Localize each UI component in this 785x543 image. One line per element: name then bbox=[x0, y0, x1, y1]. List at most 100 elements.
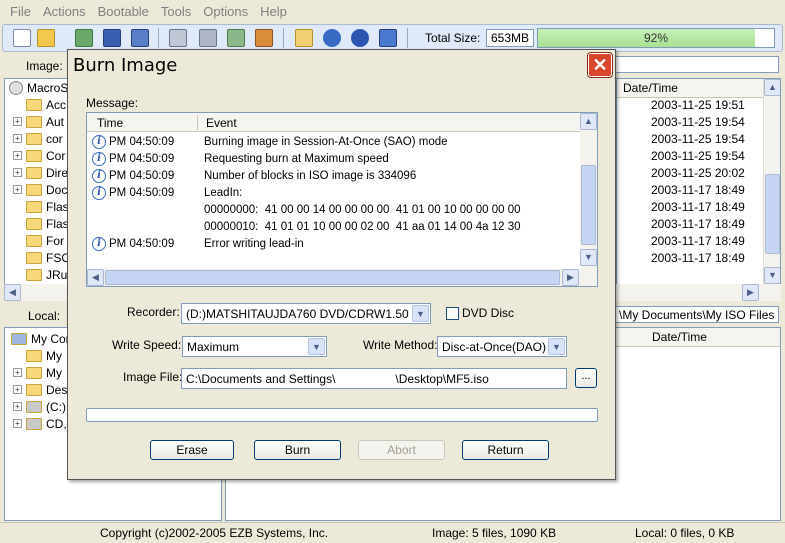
message-event: Number of blocks in ISO image is 334096 bbox=[204, 170, 417, 182]
file-date: 2003-11-17 18:49 bbox=[651, 200, 745, 214]
dvd-disc-checkbox[interactable] bbox=[446, 307, 459, 320]
test-icon[interactable] bbox=[227, 29, 245, 47]
scroll-thumb[interactable] bbox=[581, 165, 596, 245]
new-icon[interactable] bbox=[13, 29, 31, 47]
burn-icon[interactable] bbox=[169, 29, 187, 47]
tree-item-label: JRu bbox=[46, 267, 68, 282]
burn-from-image-icon[interactable] bbox=[199, 29, 217, 47]
menu-tools[interactable]: Tools bbox=[155, 4, 197, 19]
status-image-info: Image: 5 files, 1090 KB bbox=[432, 526, 557, 540]
open-icon[interactable] bbox=[37, 29, 55, 47]
help-icon[interactable] bbox=[351, 29, 369, 47]
folder-icon bbox=[26, 251, 42, 264]
burn-button[interactable]: Burn bbox=[254, 440, 341, 460]
image-file-list[interactable]: Date/Time 2003-11-25 19:51 2003-11-25 19:… bbox=[616, 78, 781, 286]
menu-actions[interactable]: Actions bbox=[37, 4, 92, 19]
exit-icon[interactable] bbox=[379, 29, 397, 47]
info-icon: i bbox=[92, 186, 106, 200]
scroll-left-icon[interactable]: ◀ bbox=[87, 269, 104, 286]
local-tree-item-label: CD, bbox=[46, 416, 67, 431]
message-row[interactable]: i PM 04:50:09 LeadIn: bbox=[87, 185, 580, 202]
extract-icon[interactable] bbox=[75, 29, 93, 47]
message-list[interactable]: Time Event i PM 04:50:09 Burning image in … bbox=[86, 112, 598, 287]
expand-icon[interactable]: + bbox=[13, 402, 22, 411]
message-row[interactable]: i PM 04:50:09 Number of blocks in ISO imag… bbox=[87, 168, 580, 185]
folder-icon bbox=[26, 217, 42, 230]
scroll-down-icon[interactable]: ▼ bbox=[580, 249, 597, 266]
message-row[interactable]: i PM 04:50:09 Requesting burn at Maximum s… bbox=[87, 151, 580, 168]
file-date: 2003-11-17 18:49 bbox=[651, 234, 745, 248]
local-tree-item-label: My bbox=[46, 365, 62, 380]
save-icon[interactable] bbox=[103, 29, 121, 47]
browse-button[interactable]: ... bbox=[575, 368, 597, 388]
menu-options[interactable]: Options bbox=[197, 4, 254, 19]
scroll-down-icon[interactable]: ▼ bbox=[764, 267, 780, 284]
recorder-value: (D:)MATSHITAUJDA760 DVD/CDRW1.50 bbox=[186, 307, 409, 321]
menu-bootable[interactable]: Bootable bbox=[92, 4, 155, 19]
message-row[interactable]: 00000000: 41 00 00 14 00 00 00 00 41 01 … bbox=[87, 202, 580, 219]
column-header-date[interactable]: Date/Time bbox=[617, 79, 780, 98]
chevron-down-icon[interactable]: ▼ bbox=[308, 338, 325, 355]
recorder-select[interactable]: (D:)MATSHITAUJDA760 DVD/CDRW1.50 ▼ bbox=[181, 303, 431, 324]
message-row[interactable]: i PM 04:50:09 Burning image in Session-At-… bbox=[87, 134, 580, 151]
tree-item-label: For bbox=[46, 233, 64, 248]
write-method-select[interactable]: Disc-at-Once(DAO) ▼ bbox=[437, 336, 567, 357]
burn-image-dialog: Burn Image ✕ Message: Time Event i PM 04:… bbox=[67, 49, 616, 480]
expand-icon[interactable]: + bbox=[13, 151, 22, 160]
write-method-label: Write Method: bbox=[363, 338, 438, 352]
image-file-input[interactable]: C:\Documents and Settings\ \Desktop\MF5.… bbox=[181, 368, 567, 389]
return-button[interactable]: Return bbox=[462, 440, 549, 460]
scroll-thumb[interactable] bbox=[105, 270, 560, 285]
image-path-field[interactable] bbox=[614, 56, 779, 73]
menu-help[interactable]: Help bbox=[254, 4, 293, 19]
save-as-icon[interactable] bbox=[131, 29, 149, 47]
properties-icon[interactable] bbox=[295, 29, 313, 47]
column-event[interactable]: Event bbox=[206, 116, 237, 130]
message-list-header: Time Event bbox=[87, 113, 580, 132]
scroll-left-icon[interactable]: ◀ bbox=[4, 284, 21, 301]
scroll-thumb[interactable] bbox=[765, 174, 780, 254]
erase-button[interactable]: Erase bbox=[150, 440, 234, 460]
expand-icon[interactable]: + bbox=[13, 419, 22, 428]
tree-item-label: Dire bbox=[46, 165, 69, 180]
expand-icon[interactable]: + bbox=[13, 185, 22, 194]
info-icon[interactable] bbox=[323, 29, 341, 47]
status-local-info: Local: 0 files, 0 KB bbox=[635, 526, 735, 540]
file-date: 2003-11-17 18:49 bbox=[651, 217, 745, 231]
expand-icon[interactable]: + bbox=[13, 385, 22, 394]
make-bootable-icon[interactable] bbox=[255, 29, 273, 47]
tree-item-label: cor bbox=[46, 131, 63, 146]
message-row[interactable]: 00000010: 41 01 01 10 00 00 02 00 41 aa … bbox=[87, 219, 580, 236]
message-time: PM 04:50:09 bbox=[109, 187, 175, 199]
expand-icon[interactable]: + bbox=[13, 117, 22, 126]
menu-file[interactable]: File bbox=[4, 4, 37, 19]
file-date: 2003-11-25 19:51 bbox=[651, 98, 745, 112]
local-tree-item-label: My bbox=[46, 348, 62, 363]
scroll-right-icon[interactable]: ▶ bbox=[562, 269, 579, 286]
image-file-label: Image File: bbox=[123, 370, 183, 384]
local-column-header-date[interactable]: Date/Time bbox=[616, 328, 780, 347]
tree-item-label: Aut bbox=[46, 114, 65, 129]
local-path-field[interactable]: \My Documents\My ISO Files bbox=[614, 306, 779, 323]
scroll-up-icon[interactable]: ▲ bbox=[580, 113, 597, 130]
recorder-label: Recorder: bbox=[127, 305, 180, 319]
message-event: Burning image in Session-At-Once (SAO) m… bbox=[204, 136, 448, 148]
status-bar: Copyright (c)2002-2005 EZB Systems, Inc.… bbox=[0, 522, 785, 543]
message-time: PM 04:50:09 bbox=[109, 153, 175, 165]
message-event: 00000000: 41 00 00 14 00 00 00 00 41 01 … bbox=[204, 204, 521, 216]
expand-icon[interactable]: + bbox=[13, 134, 22, 143]
abort-button[interactable]: Abort bbox=[358, 440, 445, 460]
message-list-vscroll[interactable]: ▲ ▼ bbox=[580, 113, 597, 286]
message-list-hscroll[interactable]: ◀ ▶ bbox=[87, 269, 580, 286]
close-icon[interactable]: ✕ bbox=[588, 53, 612, 77]
scroll-up-icon[interactable]: ▲ bbox=[764, 79, 780, 96]
expand-icon[interactable]: + bbox=[13, 168, 22, 177]
chevron-down-icon[interactable]: ▼ bbox=[548, 338, 565, 355]
image-list-vscroll[interactable]: ▲ ▼ bbox=[763, 79, 780, 285]
column-time[interactable]: Time bbox=[97, 116, 123, 130]
expand-icon[interactable]: + bbox=[13, 368, 22, 377]
chevron-down-icon[interactable]: ▼ bbox=[412, 305, 429, 322]
write-speed-select[interactable]: Maximum ▼ bbox=[182, 336, 327, 357]
scroll-right-icon[interactable]: ▶ bbox=[742, 284, 759, 301]
message-row[interactable]: i PM 04:50:09 Error writing lead-in bbox=[87, 236, 580, 253]
